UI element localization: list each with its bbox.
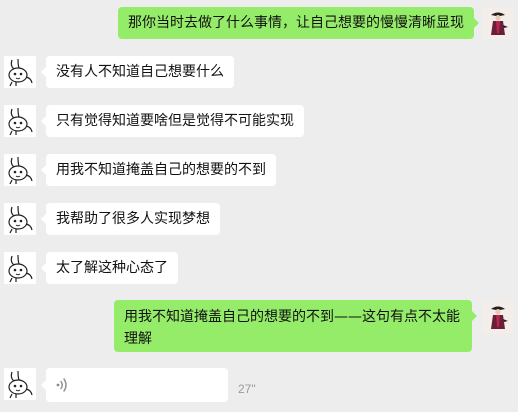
figure-painting-avatar-icon	[482, 7, 514, 39]
rabbit-doodle-avatar-icon	[4, 105, 36, 137]
friend-avatar[interactable]	[4, 56, 36, 88]
friend-avatar[interactable]	[4, 252, 36, 284]
friend-avatar[interactable]	[4, 203, 36, 235]
message-bubble-outgoing[interactable]: 用我不知道掩盖自己的想要的不到——这句有点不太能理解	[114, 300, 477, 352]
friend-avatar[interactable]	[4, 368, 36, 400]
friend-avatar[interactable]	[4, 154, 36, 186]
rabbit-doodle-avatar-icon	[4, 252, 36, 284]
voice-duration: 27"	[238, 382, 256, 396]
message-bubble-outgoing[interactable]: 那你当时去做了什么事情，让自己想要的慢慢清晰显现	[118, 7, 479, 39]
rabbit-doodle-avatar-icon	[4, 56, 36, 88]
message-bubble-incoming[interactable]: 我帮助了很多人实现梦想	[41, 203, 220, 235]
my-avatar[interactable]	[482, 301, 514, 333]
rabbit-doodle-avatar-icon	[4, 154, 36, 186]
message-bubble-incoming[interactable]: 没有人不知道自己想要什么	[41, 56, 234, 88]
my-avatar[interactable]	[482, 7, 514, 39]
rabbit-doodle-avatar-icon	[4, 368, 36, 400]
friend-avatar[interactable]	[4, 105, 36, 137]
message-bubble-incoming[interactable]: 用我不知道掩盖自己的想要的不到	[41, 154, 276, 186]
message-bubble-incoming[interactable]: 太了解这种心态了	[41, 252, 178, 284]
message-bubble-incoming[interactable]: 只有觉得知道要啥但是觉得不可能实现	[41, 105, 304, 137]
voice-wave-icon	[56, 378, 67, 392]
figure-painting-avatar-icon	[482, 301, 514, 333]
voice-message-bubble[interactable]	[41, 368, 228, 402]
rabbit-doodle-avatar-icon	[4, 203, 36, 235]
